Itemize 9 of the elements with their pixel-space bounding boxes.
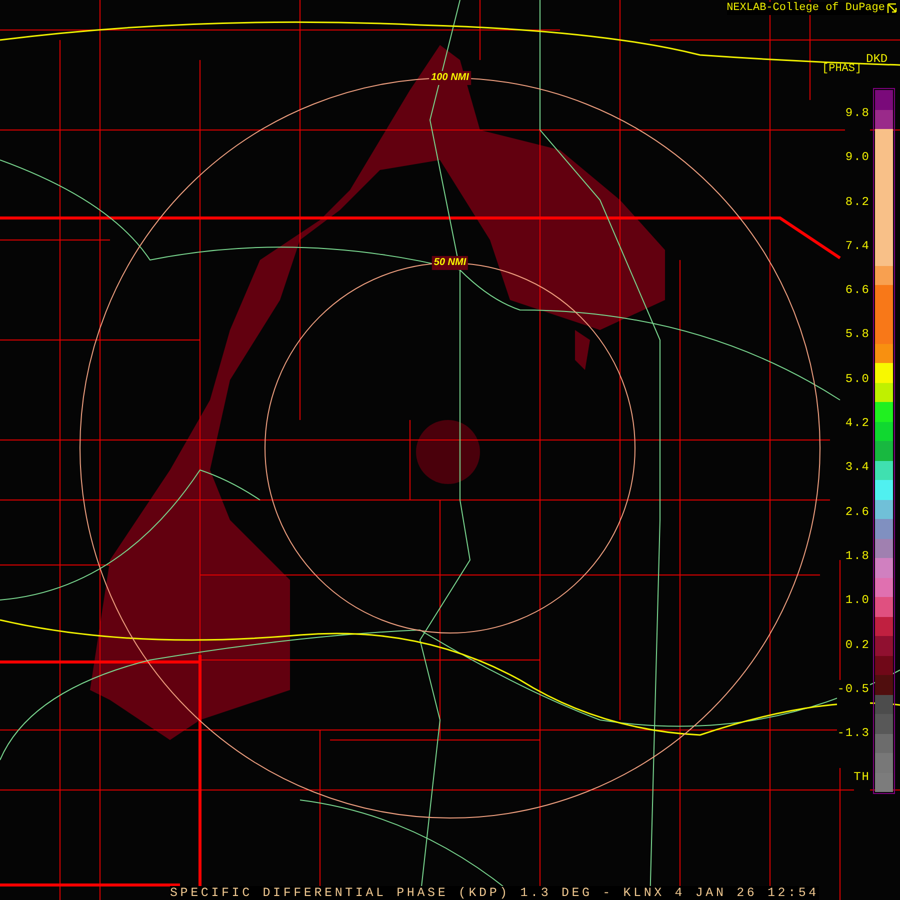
legend-tick-label: -0.5 — [837, 680, 870, 724]
product-units: [PHAS] — [822, 62, 862, 76]
product-caption: SPECIFIC DIFFERENTIAL PHASE (KDP) 1.3 DEG - KLNX 4 JAN 26 12:54 — [170, 886, 819, 900]
corner-arrow-icon — [887, 3, 897, 14]
legend-tick-label: -1.3 — [837, 724, 870, 768]
credit-text: NEXLAB-College of DuPage — [726, 2, 885, 15]
range-ring-label: 50 NMI — [432, 256, 468, 270]
range-ring-label: 100 NMI — [429, 71, 471, 85]
product-code: DKD — [866, 52, 888, 66]
